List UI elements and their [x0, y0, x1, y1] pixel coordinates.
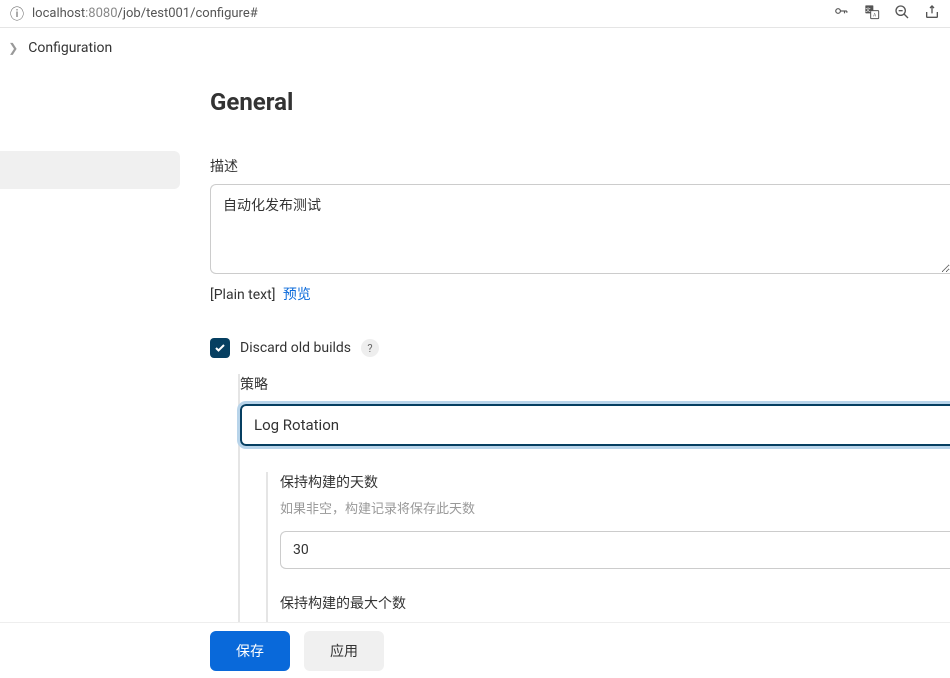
key-icon[interactable]: [832, 4, 850, 24]
breadcrumb: t001 ❯ Configuration: [0, 28, 950, 68]
strategy-block: 策略 Log Rotation 保持构建的天数 如果非空，构建记录将保存此天数 …: [238, 374, 950, 638]
discard-checkbox[interactable]: [210, 338, 230, 358]
translate-icon[interactable]: 文A: [864, 4, 880, 24]
description-label: 描述: [210, 156, 950, 176]
help-icon[interactable]: ?: [361, 339, 379, 357]
strategy-label: 策略: [240, 374, 950, 394]
info-icon[interactable]: ⓘ: [10, 4, 24, 24]
preview-link[interactable]: 预览: [283, 287, 311, 303]
zoom-icon[interactable]: [894, 4, 910, 24]
browser-toolbar-icons: 文A: [832, 4, 940, 24]
browser-address-bar: ⓘ localhost:8080/job/test001/configure# …: [0, 0, 950, 28]
main-content: General 描述 [Plain text] 预览 Discard old b…: [180, 68, 950, 678]
days-input[interactable]: [280, 531, 950, 569]
sidebar-item-active[interactable]: [0, 151, 180, 189]
svg-text:A: A: [873, 12, 876, 18]
url-display[interactable]: localhost:8080/job/test001/configure#: [32, 6, 832, 21]
log-rotation-settings: 保持构建的天数 如果非空，构建记录将保存此天数 保持构建的最大个数 如果非空，最…: [266, 472, 950, 638]
format-text: [Plain text]: [210, 287, 275, 303]
days-hint: 如果非空，构建记录将保存此天数: [280, 498, 950, 517]
format-row: [Plain text] 预览: [210, 284, 950, 304]
days-label: 保持构建的天数: [280, 472, 950, 492]
sidebar-title: e: [0, 98, 180, 123]
description-textarea[interactable]: [210, 184, 950, 274]
save-button[interactable]: 保存: [210, 631, 290, 671]
share-icon[interactable]: [924, 4, 940, 24]
chevron-right-icon: ❯: [8, 41, 18, 55]
apply-button[interactable]: 应用: [304, 631, 384, 671]
page-title: General: [210, 88, 950, 116]
max-label: 保持构建的最大个数: [280, 593, 950, 613]
bottom-action-bar: 保存 应用: [0, 622, 950, 678]
discard-label: Discard old builds: [240, 340, 351, 356]
strategy-select[interactable]: Log Rotation: [240, 404, 950, 446]
breadcrumb-item-configuration[interactable]: Configuration: [28, 40, 112, 56]
sidebar: e: [0, 68, 180, 678]
discard-old-builds-row: Discard old builds ?: [210, 338, 950, 358]
